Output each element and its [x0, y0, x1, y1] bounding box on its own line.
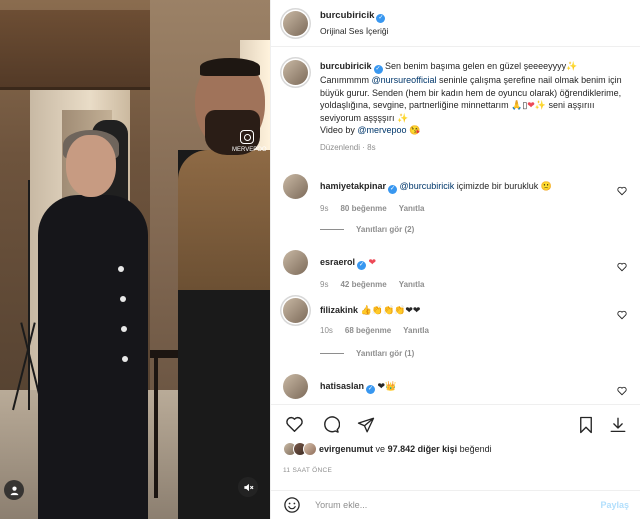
comment-emoji: 👍👏👏👏❤❤ — [360, 305, 421, 315]
comment-age: 10s — [320, 326, 333, 335]
comment-button[interactable] — [319, 414, 341, 436]
verified-icon: ✓ — [388, 185, 398, 194]
mute-icon — [243, 483, 253, 491]
reply-button[interactable]: Yanıtla — [403, 325, 429, 337]
share-icon — [357, 417, 375, 432]
likes-count[interactable]: 97.842 diğer kişi — [388, 444, 458, 454]
comment-avatar[interactable] — [283, 374, 308, 399]
comment-mention[interactable]: @burcubiricik — [400, 181, 455, 191]
mute-button[interactable] — [238, 477, 258, 497]
comment-item: filizakink 👍👏👏👏❤❤ 10s 68 beğenme Yanıtla — [283, 298, 631, 337]
post-video[interactable]: MERVEPOO — [0, 0, 270, 519]
user-tag-icon — [10, 486, 18, 495]
comment-username[interactable]: hamiyetakpinar — [320, 181, 386, 191]
liker-username[interactable]: evirgenumut — [319, 444, 373, 454]
caption-mention[interactable]: @mervepoo — [357, 125, 406, 135]
video-frame — [0, 0, 270, 519]
verified-icon: ✓ — [376, 14, 386, 23]
comment-avatar[interactable] — [283, 174, 308, 199]
comment-username[interactable]: filizakink — [320, 305, 358, 315]
verified-icon: ✓ — [357, 261, 367, 270]
verified-icon: ✓ — [366, 385, 376, 394]
comment-item: esraerol ✓ ❤ 9s 42 beğenme Yanıtla — [283, 250, 631, 291]
comment-text: içimizde bir burukluk — [456, 181, 539, 191]
comment-likes[interactable]: 68 beğenme — [345, 325, 391, 337]
caption-avatar[interactable] — [283, 60, 308, 85]
comment-emoji: ❤👑 — [377, 381, 397, 391]
action-bar — [271, 404, 640, 444]
comment-icon — [323, 416, 340, 433]
likers-avatars[interactable] — [283, 442, 317, 456]
video-watermark: MERVEPOO — [232, 130, 267, 153]
comment-input[interactable] — [315, 500, 585, 510]
comment-likes[interactable]: 42 beğenme — [340, 279, 386, 291]
likes-connector: ve — [375, 444, 386, 454]
emoji-icon[interactable] — [283, 496, 301, 514]
comment-item: hatisaslan ✓ ❤👑 — [283, 374, 631, 399]
caption-meta: Düzenlendi · 8s — [320, 142, 376, 152]
caption-text: Sen benim başıma gelen en güzel şeeeeyyy… — [385, 61, 567, 71]
like-button[interactable] — [283, 414, 305, 436]
avatar — [303, 442, 317, 456]
audio-label[interactable]: Orijinal Ses İçeriği — [320, 26, 389, 36]
heart-icon[interactable] — [617, 262, 627, 272]
post-panel: burcubiricik ✓ Orijinal Ses İçeriği burcu… — [270, 0, 640, 519]
caption-text: Video by — [320, 125, 355, 135]
comment-likes[interactable]: 80 beğenme — [340, 203, 386, 215]
user-tag-button[interactable] — [4, 480, 24, 500]
comment-emoji: 🙁 — [540, 181, 552, 191]
caption-text: Canımmmm — [320, 75, 369, 85]
caption: burcubiricik ✓ Sen benim başıma gelen en … — [283, 60, 631, 154]
comments-list[interactable]: burcubiricik ✓ Sen benim başıma gelen en … — [271, 48, 640, 404]
verified-icon: ✓ — [373, 65, 383, 74]
view-replies-button[interactable]: Yanıtları gör (2) — [320, 225, 414, 234]
save-icon — [580, 416, 592, 433]
comment-age: 9s — [320, 204, 329, 213]
comment-item: hamiyetakpinar ✓ @burcubiricik içimizde b… — [283, 174, 631, 215]
caption-mention[interactable]: @nursureofficial — [372, 75, 437, 85]
caption-username[interactable]: burcubiricik — [320, 61, 372, 71]
view-replies-button[interactable]: Yanıtları gör (1) — [320, 349, 414, 358]
download-button[interactable] — [607, 414, 629, 436]
reply-button[interactable]: Yanıtla — [399, 279, 425, 291]
comment-age: 9s — [320, 280, 329, 289]
post-modal: MERVEPOO burcubiricik ✓ Orijinal Ses İçer… — [0, 0, 640, 519]
heart-icon[interactable] — [617, 386, 627, 396]
likes-summary: evirgenumut ve 97.842 diğer kişi beğendi — [283, 442, 492, 456]
save-button[interactable] — [575, 414, 597, 436]
likes-suffix: beğendi — [459, 444, 492, 454]
instagram-icon — [240, 130, 254, 144]
comment-avatar[interactable] — [283, 250, 308, 275]
download-icon — [610, 417, 626, 432]
comment-avatar[interactable] — [283, 298, 308, 323]
reply-button[interactable]: Yanıtla — [399, 203, 425, 215]
heart-icon — [285, 416, 303, 432]
heart-icon[interactable] — [617, 310, 627, 320]
comment-emoji: ❤ — [368, 257, 377, 267]
post-timestamp[interactable]: 11 SAAT ÖNCE — [283, 467, 332, 474]
post-header: burcubiricik ✓ Orijinal Ses İçeriği — [271, 0, 640, 47]
watermark-text: MERVEPOO — [232, 147, 267, 153]
heart-icon[interactable] — [617, 186, 627, 196]
share-button[interactable] — [355, 414, 377, 436]
author-avatar[interactable] — [283, 10, 308, 36]
post-comment-button[interactable]: Paylaş — [600, 500, 629, 510]
comment-composer: Paylaş — [271, 490, 640, 519]
author-username[interactable]: burcubiricik — [320, 10, 374, 21]
comment-username[interactable]: hatisaslan — [320, 381, 364, 391]
comment-username[interactable]: esraerol — [320, 257, 355, 267]
